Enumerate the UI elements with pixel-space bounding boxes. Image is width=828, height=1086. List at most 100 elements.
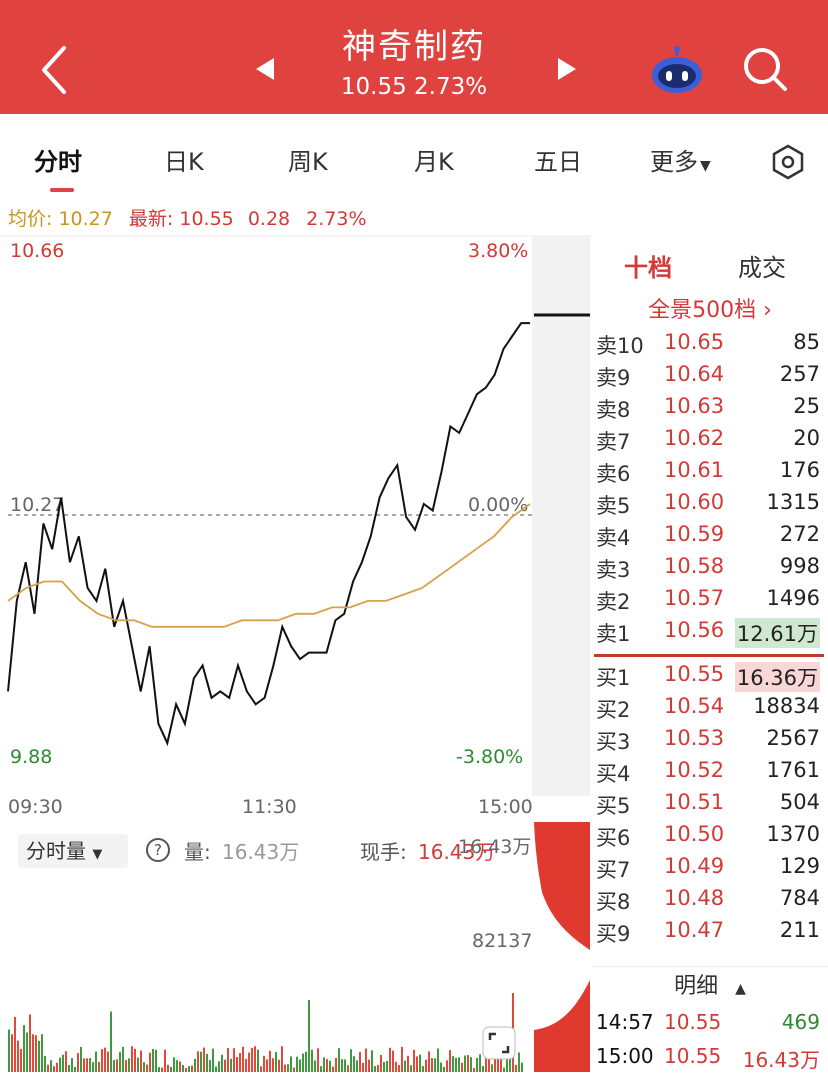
volume-axis-top: 16.43万 <box>458 836 532 858</box>
volume-bar <box>116 1059 118 1072</box>
volume-amount-value: 16.43万 <box>222 840 300 864</box>
bid-volume: 129 <box>779 854 820 878</box>
volume-bar <box>467 1055 469 1072</box>
volume-bar <box>182 1064 184 1072</box>
ask-row: 卖3 10.58 998 <box>596 554 820 586</box>
volume-bar <box>263 1055 265 1072</box>
volume-bar <box>449 1050 451 1072</box>
triangle-right-icon[interactable] <box>554 56 580 82</box>
volume-type-select[interactable]: 分时量 ▼ <box>18 834 128 868</box>
volume-bar <box>185 1067 187 1072</box>
intraday-chart[interactable] <box>0 235 592 796</box>
volume-bar <box>416 1056 418 1072</box>
tab-monthly-k[interactable]: 月K <box>414 142 454 177</box>
ask-volume: 1496 <box>766 586 820 610</box>
tab-ten-levels[interactable]: 十档 <box>624 248 672 283</box>
volume-bar <box>164 1049 166 1072</box>
volume-bar <box>59 1057 61 1072</box>
volume-bar <box>158 1067 160 1072</box>
bid-volume: 16.36万 <box>734 662 820 692</box>
volume-bar <box>428 1051 430 1072</box>
volume-bar <box>377 1065 379 1072</box>
tab-five-day[interactable]: 五日 <box>534 142 582 177</box>
tab-daily-k[interactable]: 日K <box>164 142 204 177</box>
detail-header[interactable]: 明细 ▲ <box>592 966 828 1006</box>
volume-bar <box>128 1058 130 1072</box>
tab-trades[interactable]: 成交 <box>738 248 786 283</box>
ask-row: 卖6 10.61 176 <box>596 458 820 490</box>
tab-intraday[interactable]: 分时 <box>34 142 82 177</box>
volume-bar <box>359 1051 361 1072</box>
ask-side-label: 卖6 <box>596 462 631 486</box>
bid-volume: 784 <box>779 886 820 910</box>
panorama-500-link[interactable]: 全景500档 › <box>592 292 828 324</box>
bid-volume: 1761 <box>766 758 820 782</box>
volume-bar <box>278 1059 280 1072</box>
volume-bar <box>458 1057 460 1072</box>
volume-bar <box>188 1066 190 1072</box>
question-circle-icon[interactable]: ? <box>146 838 170 862</box>
caret-down-icon: ▼ <box>92 847 103 862</box>
volume-type-label: 分时量 <box>26 839 86 863</box>
volume-bar <box>413 1049 415 1072</box>
volume-bar <box>362 1062 364 1072</box>
hexagon-settings-icon[interactable] <box>770 144 806 180</box>
fullscreen-icon[interactable] <box>482 1026 516 1060</box>
volume-bar <box>203 1047 205 1072</box>
volume-bar <box>476 1057 478 1072</box>
volume-bar <box>122 1046 124 1072</box>
bid-row: 买4 10.52 1761 <box>596 758 820 790</box>
volume-bar <box>281 1046 283 1072</box>
volume-bar <box>77 1053 79 1072</box>
volume-bar <box>401 1046 403 1072</box>
ask-volume: 176 <box>779 458 820 482</box>
ask-volume: 257 <box>779 362 820 386</box>
bid-row: 买3 10.53 2567 <box>596 726 820 758</box>
bid-row: 买1 10.55 16.36万 <box>596 662 820 694</box>
volume-bar <box>140 1050 142 1072</box>
triangle-left-icon[interactable] <box>252 56 278 82</box>
volume-bar <box>392 1050 394 1072</box>
volume-bar <box>14 1016 16 1072</box>
volume-bar <box>347 1065 349 1072</box>
search-icon[interactable] <box>740 44 790 94</box>
volume-bar <box>197 1051 199 1072</box>
avg-price-label: 均价: <box>8 208 53 230</box>
volume-bar <box>242 1046 244 1072</box>
volume-bar <box>257 1049 259 1072</box>
top-bar: 神奇制药 10.55 2.73% <box>0 0 828 114</box>
ask-side-label: 卖2 <box>596 590 631 614</box>
volume-bar <box>383 1061 385 1072</box>
ask-volume: 20 <box>793 426 820 450</box>
volume-bar <box>395 1061 397 1072</box>
volume-bar <box>8 1029 10 1072</box>
trade-row: 15:00 10.55 16.43万 <box>596 1044 820 1074</box>
bid-volume: 504 <box>779 790 820 814</box>
bid-row: 买7 10.49 129 <box>596 854 820 886</box>
current-hand-label: 现手: <box>360 840 407 864</box>
volume-bar <box>134 1048 136 1072</box>
volume-bar <box>221 1054 223 1072</box>
bid-side-label: 买3 <box>596 730 631 754</box>
bid-volume: 2567 <box>766 726 820 750</box>
volume-bar <box>119 1051 121 1072</box>
volume-bar <box>56 1062 58 1072</box>
ask-price: 10.64 <box>664 362 725 386</box>
volume-bar <box>146 1064 148 1072</box>
tab-more[interactable]: 更多 ▼ <box>650 142 711 177</box>
robot-assistant-icon[interactable] <box>650 44 704 94</box>
bid-row: 买5 10.51 504 <box>596 790 820 822</box>
volume-bar <box>89 1058 91 1072</box>
volume-bar <box>218 1061 220 1072</box>
volume-bar <box>131 1046 133 1072</box>
ask-volume: 272 <box>779 522 820 546</box>
volume-bar <box>320 1066 322 1072</box>
bid-price: 10.54 <box>664 694 725 718</box>
volume-bar <box>230 1058 232 1072</box>
time-start-label: 09:30 <box>8 796 63 818</box>
ask-volume: 12.61万 <box>734 618 820 648</box>
tab-weekly-k[interactable]: 周K <box>288 142 328 177</box>
volume-bar <box>35 1035 37 1072</box>
volume-bar <box>356 1060 358 1072</box>
ask-price: 10.57 <box>664 586 725 610</box>
